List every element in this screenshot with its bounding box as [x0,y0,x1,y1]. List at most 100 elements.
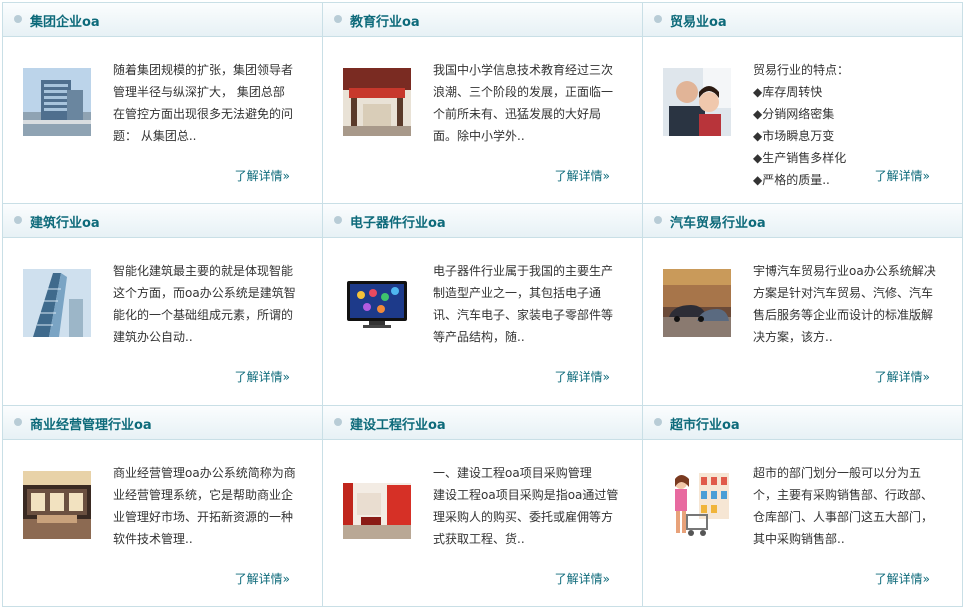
card-header: 贸易业oa [643,3,962,37]
card-header: 超市行业oa [643,406,962,440]
description-line: 软件技术管理.. [113,532,193,546]
description-line: 式获取工程、货.. [433,532,525,546]
description-line: 商业经营管理oa办公系统简称为商 [113,466,296,480]
card-description: 智能化建筑最主要的就是体现智能 这个方面，而oa办公系统是建筑智 能化的一个基础… [113,260,322,348]
bullet-icon [14,216,22,224]
description-line: 管理半径与纵深扩大， 集团总部 [113,85,285,99]
card-header: 集团企业oa [3,3,322,37]
bullet-icon [654,216,662,224]
industry-card-engineering: 建设工程行业oa 一、建设工程oa项目采购管理 建设工程oa项目采购是指oa通过… [322,405,643,607]
card-title[interactable]: 教育行业oa [350,11,420,30]
industry-card-electronics: 电子器件行业oa 电子器件行业属于我国的主要生产 制造型产业之一，其包括电子通 … [322,203,643,406]
description-line: 仓库部门、人事部门这五大部门， [753,510,934,524]
more-details-link[interactable]: 了解详情» [875,167,930,184]
description-line: 随着集团规模的扩张，集团领导者 [113,63,294,77]
bullet-icon [14,418,22,426]
description-line: 面。除中小学外.. [433,129,525,143]
description-line: 其中采购销售部.. [753,532,845,546]
card-description: 商业经营管理oa办公系统简称为商 业经营管理系统，它是帮助商业企 业管理好市场、… [113,462,322,550]
industry-card-group-enterprise: 集团企业oa 随着集团规模的扩张，集团领导者 管理半径与纵深扩大， 集团总部 在… [2,2,323,204]
industry-card-construction: 建筑行业oa 智能化建筑最主要的就是体现智能 这个方面，而oa办公系统是建筑智 … [2,203,323,406]
description-line: ◆生产销售多样化 [753,151,847,165]
industry-card-commerce: 商业经营管理行业oa 商业经营管理oa办公系统简称为商 业经营管理系统，它是帮助… [2,405,323,607]
more-details-link[interactable]: 了解详情» [235,368,290,385]
more-details-link[interactable]: 了解详情» [555,167,610,184]
card-title[interactable]: 建设工程行业oa [350,414,446,433]
card-description: 电子器件行业属于我国的主要生产 制造型产业之一，其包括电子通 讯、汽车电子、家装… [433,260,642,348]
description-line: 理采购人的购买、委托或雇佣等方 [433,510,614,524]
more-details-link[interactable]: 了解详情» [875,368,930,385]
description-line: 智能化建筑最主要的就是体现智能 [113,264,294,278]
card-title[interactable]: 集团企业oa [30,11,100,30]
description-line: 能化的一个基础组成元素，所谓的 [113,308,294,322]
card-description: 超市的部门划分一般可以分为五 个，主要有采购销售部、行政部、 仓库部门、人事部门… [753,462,962,550]
card-title[interactable]: 贸易业oa [670,11,727,30]
card-header: 建设工程行业oa [323,406,642,440]
card-header: 建筑行业oa [3,204,322,238]
description-line: 方案是针对汽车贸易、汽修、汽车 [753,286,934,300]
school-gate-photo-icon[interactable] [343,68,411,136]
description-line: 决方案，该方.. [753,330,833,344]
card-title[interactable]: 电子器件行业oa [350,212,446,231]
red-interior-photo-icon[interactable] [343,471,411,539]
tv-screen-photo-icon[interactable] [343,269,411,337]
description-line: ◆市场瞬息万变 [753,129,835,143]
description-line: 制造型产业之一，其包括电子通 [433,286,602,300]
skyscraper-photo-icon[interactable] [23,269,91,337]
card-title[interactable]: 超市行业oa [670,414,740,433]
description-line: 等产品结构，随.. [433,330,525,344]
description-line: 超市的部门划分一般可以分为五 [753,466,922,480]
industry-grid: 集团企业oa 随着集团规模的扩张，集团领导者 管理半径与纵深扩大， 集团总部 在… [0,0,965,609]
car-showroom-photo-icon[interactable] [663,269,731,337]
card-description: 我国中小学信息技术教育经过三次 浪潮、三个阶段的发展，正面临一 个前所未有、迅猛… [433,59,642,147]
card-description: 宇博汽车贸易行业oa办公系统解决 方案是针对汽车贸易、汽修、汽车 售后服务等企业… [753,260,962,348]
bullet-icon [334,15,342,23]
description-line: 个，主要有采购销售部、行政部、 [753,488,934,502]
description-line: 电子器件行业属于我国的主要生产 [433,264,614,278]
description-line: 个前所未有、迅猛发展的大好局 [433,107,602,121]
description-line: ◆严格的质量.. [753,173,830,187]
description-line: 我国中小学信息技术教育经过三次 [433,63,614,77]
description-line: 贸易行业的特点： [753,63,850,77]
business-people-photo-icon[interactable] [663,68,731,136]
card-header: 教育行业oa [323,3,642,37]
card-title[interactable]: 汽车贸易行业oa [670,212,766,231]
card-title[interactable]: 建筑行业oa [30,212,100,231]
industry-card-supermarket: 超市行业oa 超市的部门划分一般可以分为五 个，主要有采购销售部、行政部、 仓库… [642,405,963,607]
description-line: 售后服务等企业而设计的标准版解 [753,308,934,322]
description-line: ◆库存周转快 [753,85,823,99]
more-details-link[interactable]: 了解详情» [555,368,610,385]
description-line: 题： 从集团总.. [113,129,197,143]
office-building-photo-icon[interactable] [23,68,91,136]
description-line: 在管控方面出现很多无法避免的问 [113,107,294,121]
description-line: ◆分销网络密集 [753,107,835,121]
description-line: 这个方面，而oa办公系统是建筑智 [113,286,296,300]
card-description: 随着集团规模的扩张，集团领导者 管理半径与纵深扩大， 集团总部 在管控方面出现很… [113,59,322,147]
bullet-icon [654,15,662,23]
description-line: 建筑办公自动.. [113,330,193,344]
card-title[interactable]: 商业经营管理行业oa [30,414,152,433]
bullet-icon [14,15,22,23]
industry-card-trade: 贸易业oa 贸易行业的特点： ◆库存周转快 ◆分销网络密集 ◆市场瞬息万变 ◆生… [642,2,963,204]
supermarket-shopper-illustration-icon[interactable] [663,471,731,539]
bullet-icon [334,418,342,426]
description-line: 浪潮、三个阶段的发展，正面临一 [433,85,614,99]
card-header: 电子器件行业oa [323,204,642,238]
more-details-link[interactable]: 了解详情» [555,570,610,587]
card-description: 一、建设工程oa项目采购管理 建设工程oa项目采购是指oa通过管 理采购人的购买… [433,462,642,550]
industry-card-auto-trade: 汽车贸易行业oa 宇博汽车贸易行业oa办公系统解决 方案是针对汽车贸易、汽修、汽… [642,203,963,406]
description-line: 一、建设工程oa项目采购管理 [433,466,592,480]
description-line: 业经营管理系统，它是帮助商业企 [113,488,294,502]
description-line: 讯、汽车电子、家装电子零部件等 [433,308,614,322]
more-details-link[interactable]: 了解详情» [235,167,290,184]
description-line: 业管理好市场、开拓新资源的一种 [113,510,294,524]
more-details-link[interactable]: 了解详情» [235,570,290,587]
card-header: 商业经营管理行业oa [3,406,322,440]
description-line: 建设工程oa项目采购是指oa通过管 [433,488,619,502]
card-header: 汽车贸易行业oa [643,204,962,238]
industry-card-education: 教育行业oa 我国中小学信息技术教育经过三次 浪潮、三个阶段的发展，正面临一 个… [322,2,643,204]
store-interior-photo-icon[interactable] [23,471,91,539]
description-line: 宇博汽车贸易行业oa办公系统解决 [753,264,936,278]
more-details-link[interactable]: 了解详情» [875,570,930,587]
bullet-icon [654,418,662,426]
